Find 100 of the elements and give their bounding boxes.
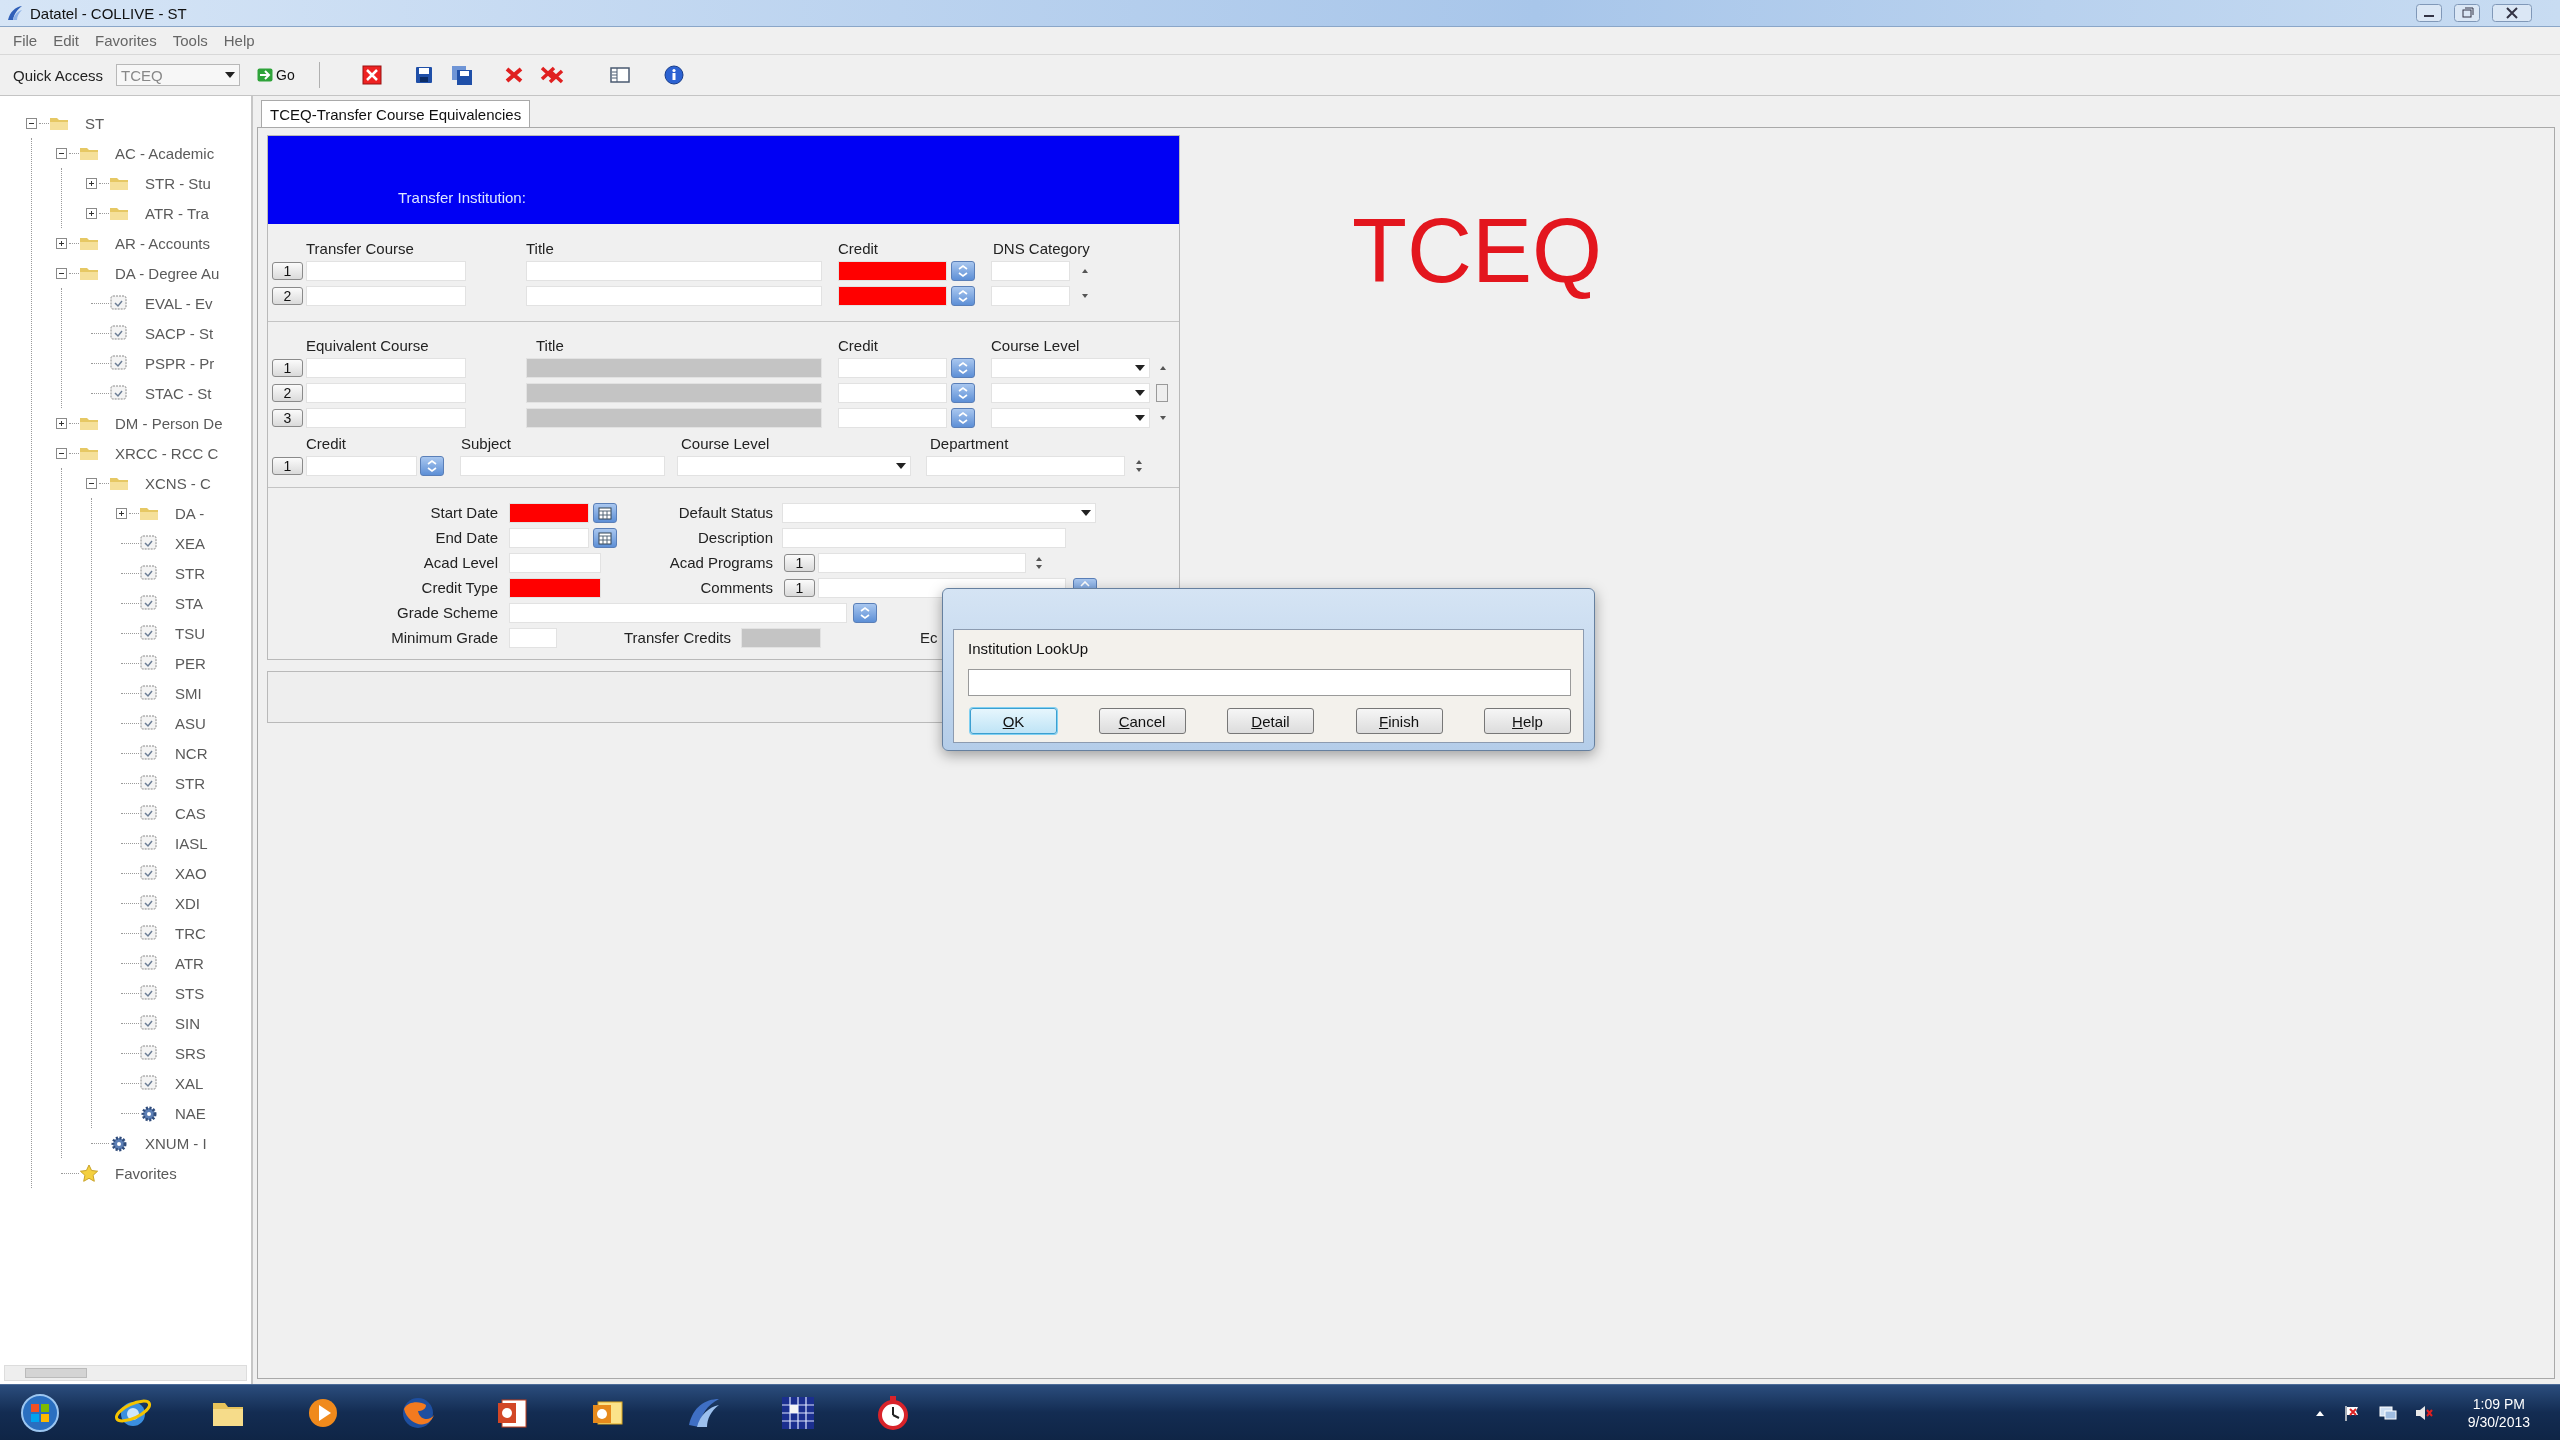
dropdown-field[interactable] [991, 357, 1150, 378]
tree-item[interactable]: NAE [175, 1104, 206, 1122]
tree-item[interactable]: SIN [175, 1014, 200, 1032]
input-field[interactable] [926, 455, 1125, 476]
dropdown-arrow-icon[interactable] [225, 72, 236, 78]
dialog-button[interactable]: Help [1484, 708, 1571, 734]
lookup-button[interactable] [853, 602, 877, 623]
input-field[interactable] [306, 285, 466, 306]
input-field[interactable] [306, 260, 466, 281]
input-field[interactable] [838, 407, 947, 428]
help-icon[interactable] [661, 64, 686, 86]
dropdown-arrow-icon[interactable] [1135, 414, 1145, 421]
dropdown-field[interactable] [991, 407, 1150, 428]
calendar-button[interactable] [593, 527, 617, 548]
input-field[interactable] [838, 285, 947, 306]
input-field[interactable] [306, 357, 466, 378]
dropdown-arrow-icon[interactable] [1135, 389, 1145, 396]
row-number-button[interactable]: 1 [784, 553, 815, 572]
tree-item[interactable]: TRC [175, 924, 206, 942]
tree-item[interactable]: AC - Academic [115, 144, 215, 162]
tree-item[interactable]: DA - Degree Au [115, 264, 220, 282]
input-field[interactable] [838, 382, 947, 403]
menu-item[interactable]: Tools [164, 30, 216, 51]
tree-item[interactable]: SACP - St [145, 324, 214, 342]
scrollbar-thumb[interactable] [1156, 383, 1168, 402]
expand-toggle[interactable] [115, 507, 127, 519]
input-field[interactable] [306, 382, 466, 403]
dropdown-arrow-icon[interactable] [1135, 364, 1145, 371]
tree-item[interactable]: STR - Stu [145, 174, 211, 192]
collapse-toggle[interactable] [85, 477, 97, 489]
date-field[interactable] [509, 527, 589, 548]
tree-item[interactable]: STR [175, 564, 205, 582]
tree-item[interactable]: ATR - Tra [145, 204, 209, 222]
collapse-toggle[interactable] [55, 147, 67, 159]
tree-item[interactable]: XRCC - RCC C [115, 444, 219, 462]
window-icon[interactable] [607, 64, 632, 86]
lookup-field[interactable] [968, 669, 1571, 696]
lookup-button[interactable] [951, 357, 975, 378]
menu-item[interactable]: Favorites [87, 30, 165, 51]
scrollbar[interactable] [4, 1365, 247, 1381]
tree-item[interactable]: ST [85, 114, 105, 132]
tree-item[interactable]: XAO [175, 864, 207, 882]
dropdown-field[interactable] [782, 502, 1096, 523]
dropdown-field[interactable] [991, 382, 1150, 403]
calendar-button[interactable] [593, 502, 617, 523]
tree-item[interactable]: PER [175, 654, 206, 672]
input-field[interactable] [838, 357, 947, 378]
dialog-button[interactable]: Detail [1227, 708, 1314, 734]
tree-item[interactable]: XNUM - I [145, 1134, 207, 1152]
tree-item[interactable]: ASU [175, 714, 206, 732]
dialog-button[interactable]: Finish [1355, 708, 1443, 734]
expand-toggle[interactable] [85, 207, 97, 219]
collapse-toggle[interactable] [55, 447, 67, 459]
double-x-icon[interactable] [539, 64, 564, 86]
tree-item[interactable]: XCNS - C [145, 474, 211, 492]
tree-item[interactable]: SRS [175, 1044, 206, 1062]
row-number-button[interactable]: 2 [272, 286, 303, 305]
expand-toggle[interactable] [55, 237, 67, 249]
input-field[interactable] [509, 577, 601, 598]
close-icon[interactable] [2492, 4, 2532, 22]
tree-item[interactable]: AR - Accounts [115, 234, 211, 252]
close-icon[interactable] [359, 64, 384, 86]
tree-item[interactable]: IASL [175, 834, 208, 852]
tree-item[interactable]: Favorites [115, 1164, 177, 1182]
input-field[interactable] [526, 285, 822, 306]
tree-item[interactable]: SMI [175, 684, 202, 702]
document-tab[interactable]: TCEQ-Transfer Course Equivalencies [261, 100, 531, 127]
input-field[interactable] [526, 260, 822, 281]
tree-item[interactable]: ATR [175, 954, 204, 972]
tree-item[interactable]: STA [175, 594, 204, 612]
row-number-button[interactable]: 2 [272, 383, 303, 402]
tree-item[interactable]: STR [175, 774, 205, 792]
input-field[interactable] [838, 260, 947, 281]
tree-item[interactable]: XAL [175, 1074, 204, 1092]
tree-item[interactable]: TSU [175, 624, 205, 642]
lookup-button[interactable] [951, 407, 975, 428]
minimize-icon[interactable] [2416, 4, 2442, 22]
input-field[interactable] [509, 552, 601, 573]
tree-item[interactable]: CAS [175, 804, 206, 822]
tree-item[interactable]: DM - Person De [115, 414, 223, 432]
tree-item[interactable]: XEA [175, 534, 205, 552]
row-number-button[interactable]: 3 [272, 408, 303, 427]
tree-item[interactable]: STAC - St [145, 384, 212, 402]
input-field[interactable] [306, 407, 466, 428]
menu-item[interactable]: Edit [45, 30, 88, 51]
input-field[interactable] [818, 552, 1026, 573]
lookup-button[interactable] [951, 285, 975, 306]
collapse-toggle[interactable] [55, 267, 67, 279]
dropdown-arrow-icon[interactable] [1081, 509, 1091, 516]
save-all-icon[interactable] [449, 64, 474, 86]
tree-item[interactable]: EVAL - Ev [145, 294, 213, 312]
dropdown-field[interactable] [677, 455, 911, 476]
input-field[interactable] [741, 627, 821, 648]
input-field[interactable] [460, 455, 665, 476]
row-number-button[interactable]: 1 [272, 261, 303, 280]
input-field[interactable] [782, 527, 1066, 548]
input-field[interactable] [991, 285, 1070, 306]
tree-item[interactable]: DA - [175, 504, 205, 522]
input-field[interactable] [991, 260, 1070, 281]
dialog-button[interactable]: Cancel [1098, 708, 1186, 734]
